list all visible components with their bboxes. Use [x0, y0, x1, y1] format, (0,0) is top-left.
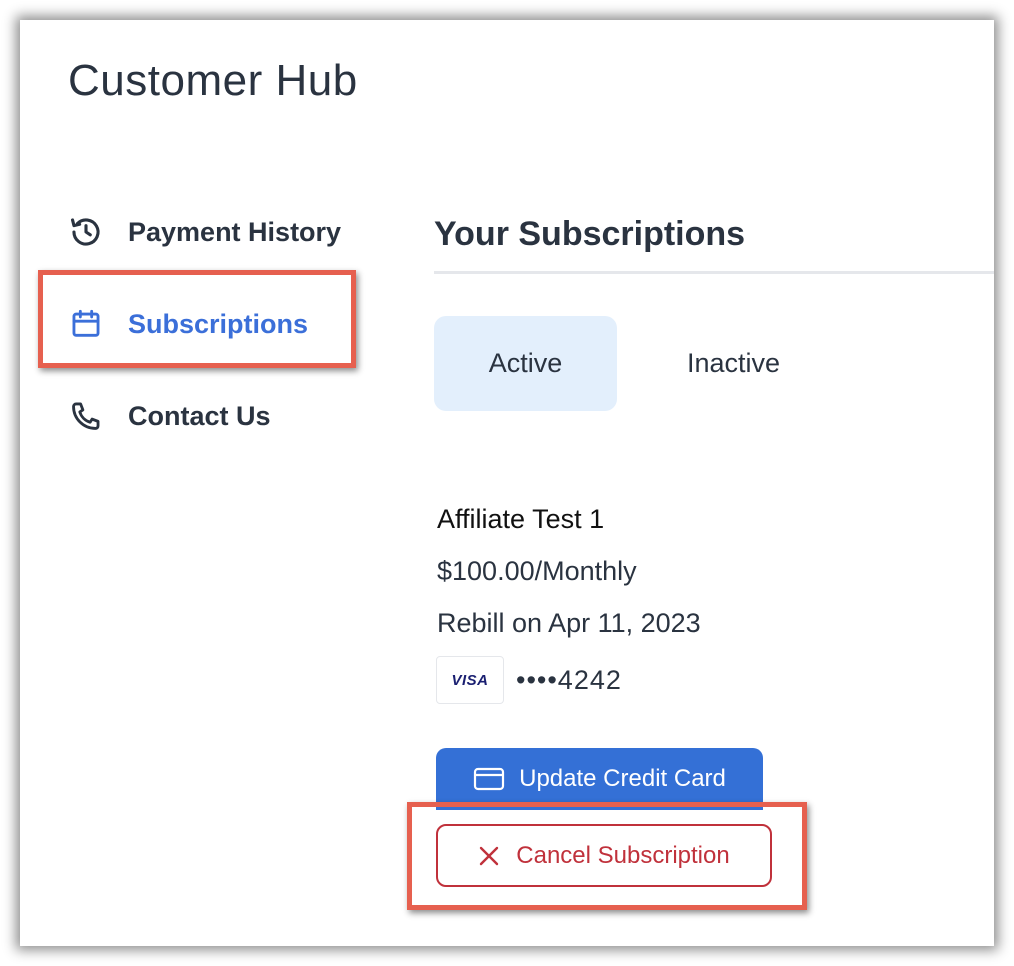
- highlight-subscriptions: [38, 270, 356, 368]
- card-number-masked: ••••4242: [516, 664, 622, 695]
- credit-card-icon: [473, 767, 505, 791]
- history-icon: [68, 214, 104, 250]
- visa-card-icon: VISA: [436, 656, 504, 704]
- tab-active[interactable]: Active: [434, 316, 617, 411]
- sidebar-item-contact-us[interactable]: Contact Us: [68, 396, 271, 436]
- divider: [434, 271, 994, 274]
- sidebar-item-label: Contact Us: [128, 400, 271, 431]
- payment-card-row: VISA ••••4242: [436, 656, 622, 704]
- phone-icon: [68, 398, 104, 434]
- subscription-rebill-date: Rebill on Apr 11, 2023: [437, 608, 701, 638]
- section-title: Your Subscriptions: [434, 215, 746, 253]
- highlight-cancel-subscription: [407, 802, 807, 910]
- update-credit-card-label: Update Credit Card: [519, 765, 726, 792]
- sidebar-item-label: Payment History: [128, 216, 342, 247]
- app-window: Customer Hub Payment History Subscriptio…: [20, 20, 994, 946]
- app-title: Customer Hub: [68, 56, 358, 105]
- sidebar-item-payment-history[interactable]: Payment History: [68, 212, 341, 252]
- tab-inactive[interactable]: Inactive: [642, 316, 825, 411]
- subscription-name: Affiliate Test 1: [437, 504, 605, 534]
- subscription-price: $100.00/Monthly: [437, 556, 637, 586]
- update-credit-card-button[interactable]: Update Credit Card: [436, 748, 763, 810]
